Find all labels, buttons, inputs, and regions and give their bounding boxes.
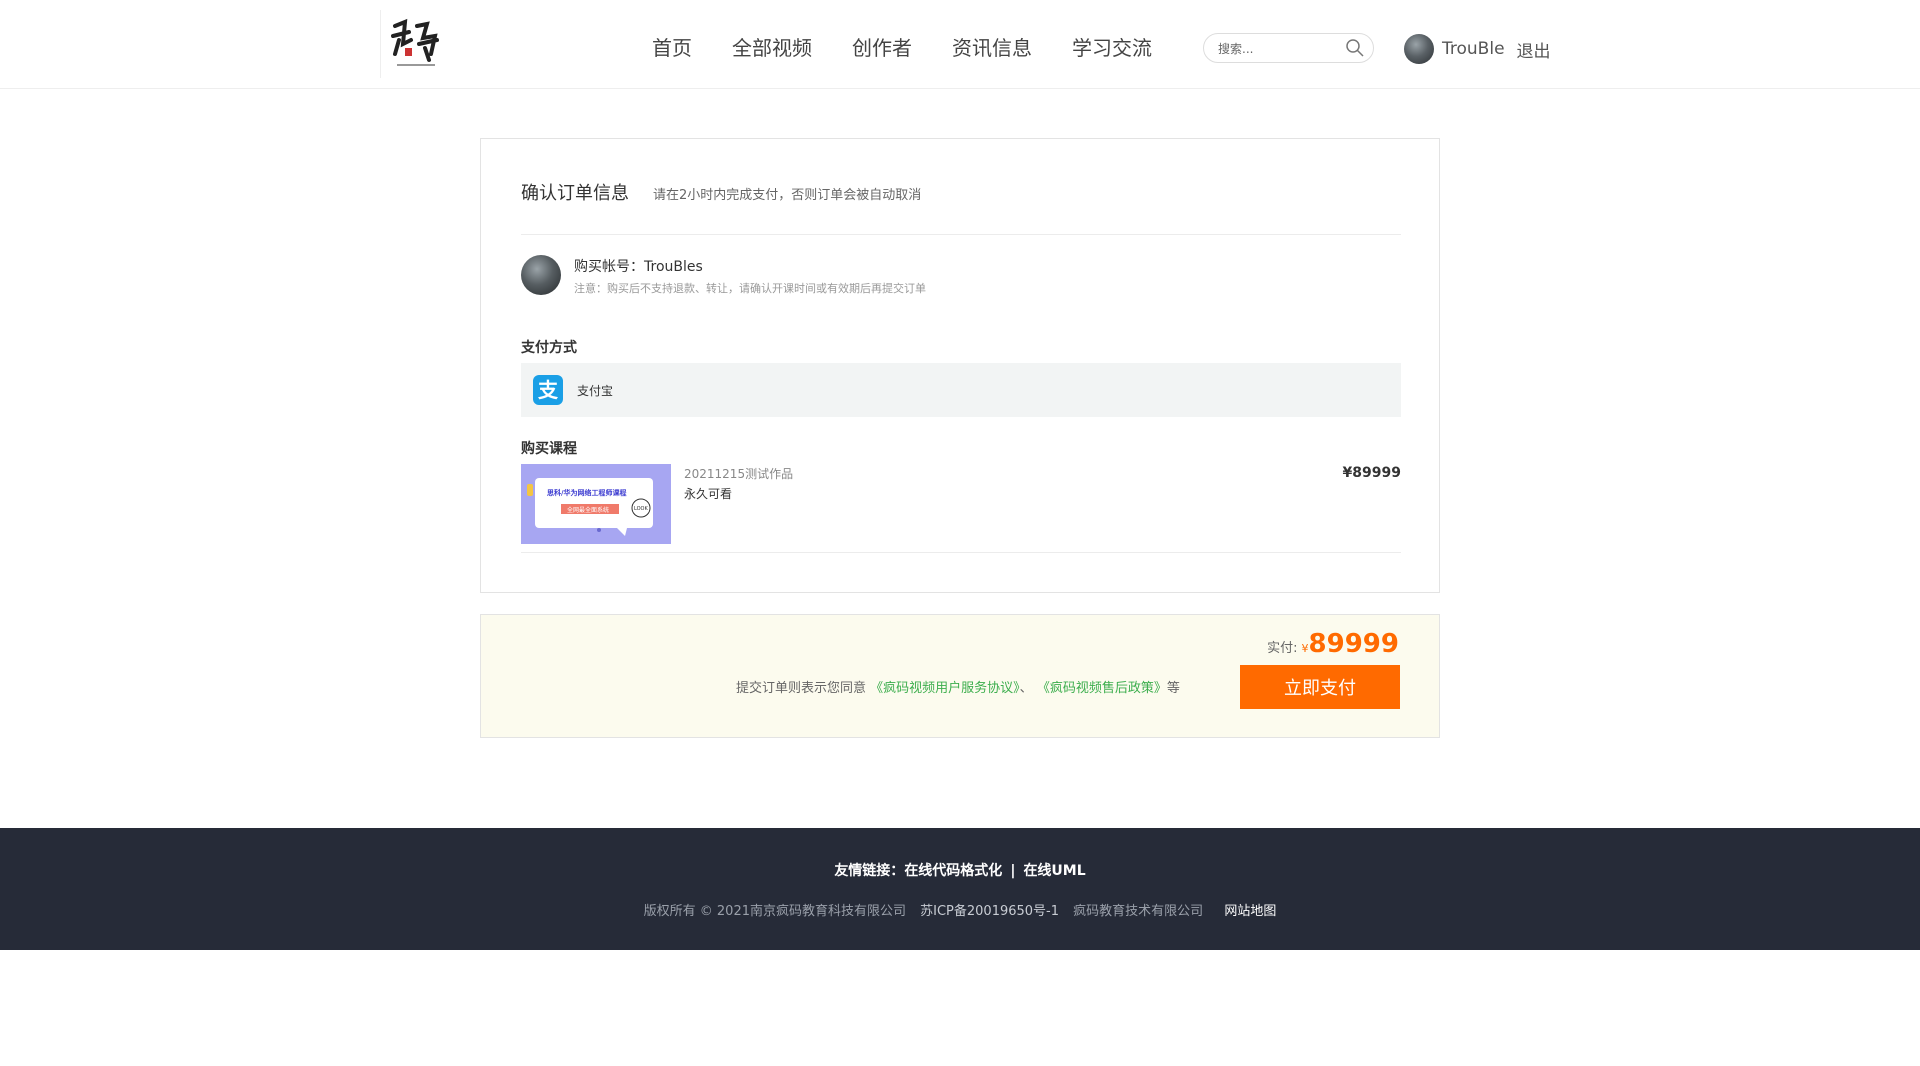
- thumb-subtitle: 全网最全面系统: [567, 506, 609, 514]
- nav-learning[interactable]: 学习交流: [1072, 30, 1152, 66]
- divider: [521, 234, 1401, 235]
- friend-links: 友情链接：在线代码格式化 | 在线UML: [0, 860, 1920, 880]
- course-price: ¥89999: [1342, 465, 1401, 481]
- thumb-badge: LOOK: [634, 506, 648, 512]
- search-icon[interactable]: [1345, 38, 1365, 62]
- agreement-text: 提交订单则表示您同意 《疯码视频用户服务协议》、 《疯码视频售后政策》等: [736, 677, 1180, 696]
- thumb-title: 思科/华为网络工程师课程: [547, 488, 627, 497]
- site-footer: 友情链接：在线代码格式化 | 在线UML 版权所有 © 2021南京疯码教育科技有限…: [0, 828, 1920, 950]
- payment-method-name: 支付宝: [577, 384, 614, 398]
- site-header: 首页 全部视频 创作者 资讯信息 学习交流 TrouBle 退出: [0, 0, 1920, 89]
- course-validity: 永久可看: [684, 487, 733, 501]
- site-logo[interactable]: [380, 10, 451, 78]
- course-thumbnail[interactable]: 思科/华为网络工程师课程 全网最全面系统 LOOK: [521, 464, 671, 544]
- nav-all-videos[interactable]: 全部视频: [732, 30, 812, 66]
- search-box: [1203, 33, 1374, 63]
- course-name: 20211215测试作品: [684, 467, 794, 481]
- uml-link[interactable]: 在线UML: [1023, 863, 1085, 879]
- icp-number[interactable]: 苏ICP备20019650号-1: [920, 904, 1059, 919]
- sitemap-link[interactable]: 网站地图: [1224, 904, 1276, 919]
- pay-now-button[interactable]: 立即支付: [1240, 665, 1400, 709]
- copyright-line: 版权所有 © 2021南京疯码教育科技有限公司 苏ICP备20019650号-1…: [0, 900, 1920, 919]
- after-sales-policy-link[interactable]: 《疯码视频售后政策》: [1037, 681, 1167, 696]
- account-avatar: [521, 255, 561, 295]
- total-label: 实付:: [1267, 641, 1298, 656]
- currency-symbol: ¥: [1301, 642, 1309, 655]
- divider: [521, 552, 1401, 553]
- main-nav: 首页 全部视频 创作者 资讯信息 学习交流: [652, 30, 1192, 66]
- friend-links-label: 友情链接：: [834, 863, 905, 879]
- username[interactable]: TrouBle: [1442, 39, 1505, 59]
- order-title: 确认订单信息: [521, 183, 629, 204]
- purchase-note: 注意：购买后不支持退款、转让，请确认开课时间或有效期后再提交订单: [574, 282, 926, 295]
- nav-news[interactable]: 资讯信息: [952, 30, 1032, 66]
- account-label: 购买帐号：: [574, 259, 644, 275]
- payment-method-label: 支付方式: [521, 340, 577, 356]
- agreement-separator: 、: [1019, 681, 1033, 696]
- course-section-label: 购买课程: [521, 441, 577, 457]
- nav-home[interactable]: 首页: [652, 30, 692, 66]
- search-input[interactable]: [1216, 39, 1338, 59]
- company-name: 疯码教育技术有限公司: [1073, 904, 1204, 919]
- user-menu: TrouBle 退出: [1404, 34, 1551, 64]
- logout-link[interactable]: 退出: [1517, 37, 1551, 62]
- total-value: 89999: [1308, 629, 1399, 659]
- account-info: 购买帐号：TrouBles: [574, 256, 703, 276]
- user-avatar[interactable]: [1404, 34, 1434, 64]
- account-name: TrouBles: [644, 259, 703, 275]
- payment-option-alipay[interactable]: 支 支付宝: [521, 363, 1401, 417]
- code-formatter-link[interactable]: 在线代码格式化: [904, 863, 1002, 879]
- nav-creators[interactable]: 创作者: [852, 30, 912, 66]
- agreement-prefix: 提交订单则表示您同意: [736, 681, 867, 696]
- order-card: 确认订单信息 请在2小时内完成支付，否则订单会被自动取消 购买帐号：TrouBl…: [480, 138, 1440, 593]
- order-subtitle: 请在2小时内完成支付，否则订单会被自动取消: [653, 188, 922, 203]
- link-separator: |: [1010, 863, 1016, 879]
- service-agreement-link[interactable]: 《疯码视频用户服务协议》: [870, 681, 1020, 696]
- checkout-bar: 实付: ¥89999 提交订单则表示您同意 《疯码视频用户服务协议》、 《疯码视频…: [480, 614, 1440, 738]
- total-amount: 实付: ¥89999: [1267, 629, 1399, 659]
- copyright-text: 版权所有 © 2021南京疯码教育科技有限公司: [643, 904, 906, 919]
- alipay-icon: 支: [533, 375, 563, 405]
- agreement-suffix: 等: [1166, 681, 1180, 696]
